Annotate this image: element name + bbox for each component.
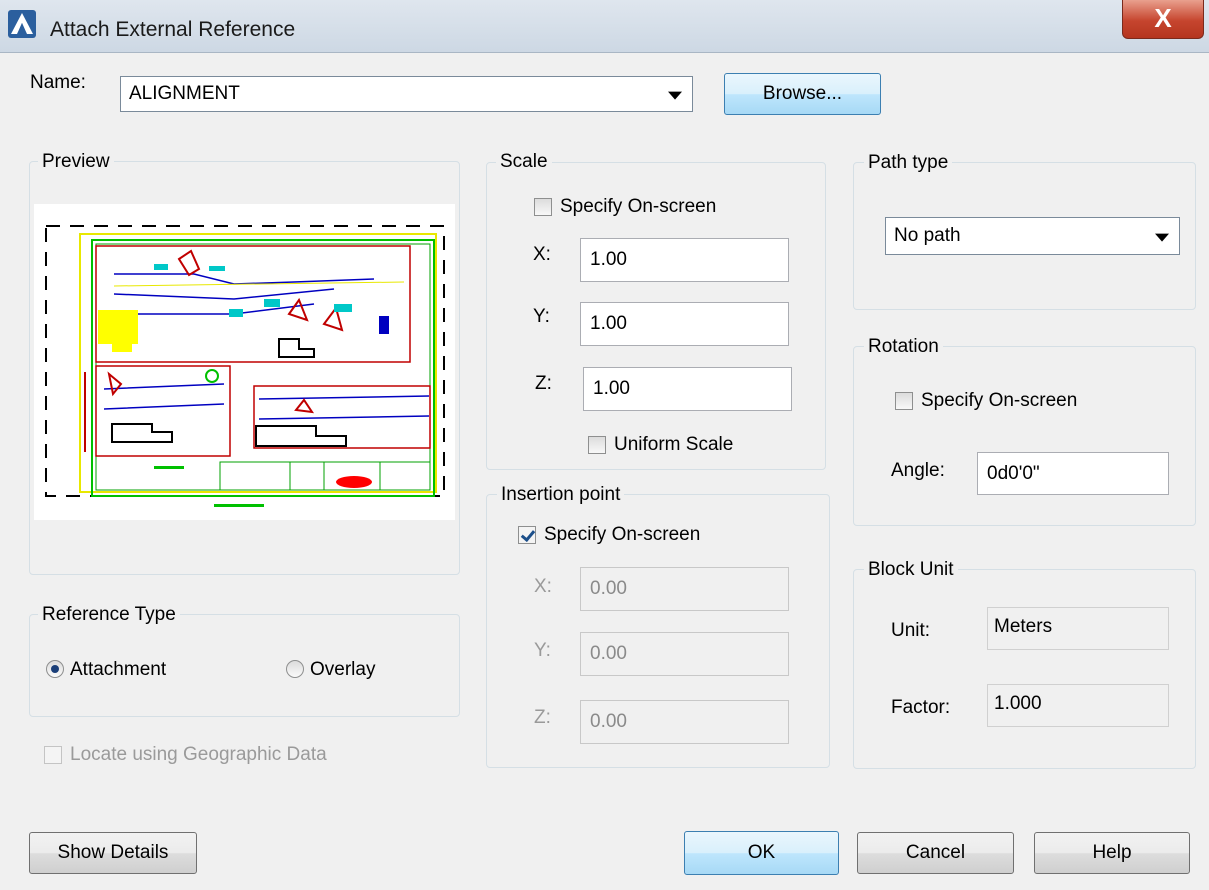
- name-combo[interactable]: ALIGNMENT: [120, 76, 693, 112]
- cancel-label: Cancel: [905, 842, 966, 863]
- scale-z-label: Z:: [535, 373, 552, 394]
- title-bar: Attach External Reference: [0, 0, 1209, 53]
- rotation-specify-label[interactable]: Specify On-screen: [921, 390, 1077, 412]
- scale-x-field[interactable]: 1.00: [580, 238, 789, 282]
- browse-button[interactable]: Browse...: [724, 73, 881, 115]
- close-icon: X: [1154, 3, 1172, 33]
- overlay-radio[interactable]: [286, 660, 304, 678]
- scale-title: Scale: [496, 151, 552, 173]
- insertion-x-field[interactable]: 0.00: [580, 567, 789, 611]
- scale-y-label: Y:: [533, 306, 550, 327]
- geo-label: Locate using Geographic Data: [70, 744, 327, 765]
- ok-button[interactable]: OK: [684, 831, 839, 875]
- insertion-z-value: 0.00: [590, 711, 627, 732]
- scale-specify-label[interactable]: Specify On-screen: [560, 196, 716, 218]
- insertion-specify-label[interactable]: Specify On-screen: [544, 524, 700, 546]
- scale-specify-checkbox[interactable]: [534, 198, 552, 216]
- ok-label: OK: [747, 842, 776, 863]
- block-unit-group: [853, 569, 1196, 769]
- scale-z-value: 1.00: [593, 378, 630, 399]
- scale-x-label: X:: [533, 244, 551, 265]
- path-type-combo[interactable]: No path: [885, 217, 1180, 255]
- scale-y-field[interactable]: 1.00: [580, 302, 789, 346]
- name-label: Name:: [30, 72, 86, 93]
- uniform-scale-label[interactable]: Uniform Scale: [614, 434, 733, 456]
- close-button[interactable]: X: [1122, 0, 1204, 39]
- attachment-radio[interactable]: [46, 660, 64, 678]
- insertion-x-label: X:: [534, 576, 552, 597]
- help-button[interactable]: Help: [1034, 832, 1190, 874]
- drawing-thumbnail: [45, 225, 445, 507]
- attachment-label[interactable]: Attachment: [70, 659, 166, 681]
- insertion-y-field[interactable]: 0.00: [580, 632, 789, 676]
- show-details-label: Show Details: [57, 842, 169, 863]
- unit-value: Meters: [994, 616, 1053, 637]
- rotation-title: Rotation: [864, 336, 943, 358]
- insertion-z-label: Z:: [534, 707, 551, 728]
- block-unit-title: Block Unit: [864, 559, 958, 581]
- scale-x-value: 1.00: [590, 249, 627, 270]
- insertion-y-value: 0.00: [590, 643, 627, 664]
- reference-type-title: Reference Type: [38, 604, 180, 626]
- browse-label: Browse...: [762, 83, 843, 104]
- rotation-specify-checkbox[interactable]: [895, 392, 913, 410]
- path-type-title: Path type: [864, 152, 953, 174]
- drawing-preview: [34, 204, 455, 520]
- window-title: Attach External Reference: [50, 18, 296, 41]
- insertion-title: Insertion point: [497, 484, 625, 506]
- insertion-y-label: Y:: [534, 640, 551, 661]
- angle-value: 0d0'0": [987, 462, 1040, 484]
- uniform-scale-checkbox[interactable]: [588, 436, 606, 454]
- factor-value: 1.000: [994, 693, 1042, 714]
- factor-value-box: 1.000: [987, 684, 1169, 727]
- unit-label: Unit:: [891, 620, 931, 641]
- show-details-button[interactable]: Show Details: [29, 832, 197, 874]
- unit-value-box: Meters: [987, 607, 1169, 650]
- angle-field[interactable]: 0d0'0": [977, 452, 1169, 495]
- scale-z-field[interactable]: 1.00: [583, 367, 792, 411]
- insertion-x-value: 0.00: [590, 578, 627, 599]
- path-type-value: No path: [894, 225, 961, 246]
- name-value: ALIGNMENT: [129, 83, 240, 104]
- chevron-down-icon: [1155, 233, 1169, 242]
- scale-y-value: 1.00: [590, 313, 627, 334]
- rotation-group: [853, 346, 1196, 526]
- preview-title: Preview: [38, 151, 114, 173]
- factor-label: Factor:: [891, 697, 951, 718]
- overlay-label[interactable]: Overlay: [310, 659, 375, 681]
- insertion-specify-checkbox[interactable]: [518, 526, 536, 544]
- insertion-z-field[interactable]: 0.00: [580, 700, 789, 744]
- chevron-down-icon: [668, 91, 682, 100]
- cancel-button[interactable]: Cancel: [857, 832, 1014, 874]
- help-label: Help: [1092, 842, 1132, 863]
- autocad-app-icon: [8, 10, 36, 38]
- angle-label: Angle:: [891, 460, 945, 481]
- geo-checkbox[interactable]: [44, 746, 62, 764]
